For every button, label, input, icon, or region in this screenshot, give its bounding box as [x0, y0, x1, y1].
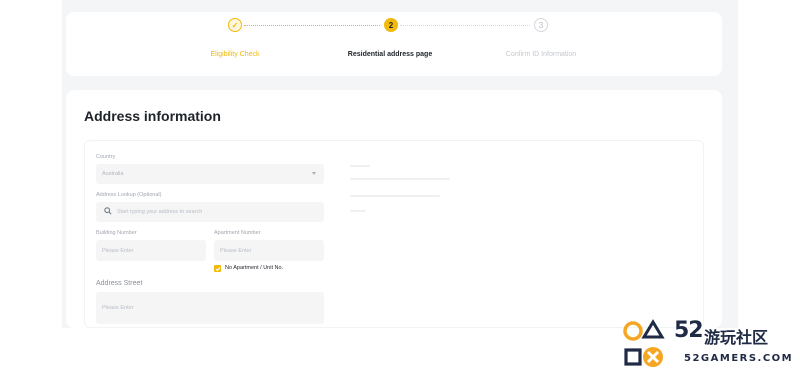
- address-lookup-label: Address Lookup (Optional): [96, 192, 162, 198]
- step-1-label: Eligibility Check: [210, 51, 260, 58]
- country-value: Australia: [102, 171, 124, 177]
- apartment-number-input[interactable]: Please Enter: [214, 240, 324, 261]
- watermark-logo: 52 游玩社区 52GAMERS.COM: [622, 318, 794, 374]
- step-1-check-icon: ✓: [228, 18, 242, 32]
- no-apartment-checkbox[interactable]: [214, 265, 221, 272]
- step-3-label: Confirm ID Information: [505, 51, 577, 58]
- step-2-indicator: 2: [384, 18, 398, 32]
- step-connector: [400, 25, 530, 26]
- building-number-input[interactable]: Please Enter: [96, 240, 206, 261]
- address-lookup-placeholder: Start typing your address to search: [117, 209, 203, 215]
- country-label: Country: [96, 154, 116, 160]
- country-select[interactable]: Australia: [96, 164, 324, 184]
- search-icon: [104, 207, 112, 215]
- no-apartment-label: No Apartment / Unit No.: [225, 265, 284, 271]
- watermark-number: 52: [674, 318, 704, 343]
- page-title: Address information: [84, 108, 221, 124]
- apartment-number-label: Apartment Number: [214, 230, 261, 236]
- chevron-down-icon: [312, 172, 316, 175]
- address-street-input[interactable]: Please Enter: [96, 292, 324, 324]
- watermark-site: 52GAMERS.COM: [684, 353, 794, 364]
- faded-placeholder: [350, 210, 366, 212]
- step-2-label: Residential address page: [347, 51, 433, 58]
- step-3-indicator: 3: [534, 18, 548, 32]
- faded-placeholder: [350, 165, 370, 167]
- faded-placeholder: [350, 178, 450, 180]
- logo-shapes-icon: [623, 319, 665, 367]
- checkmark-icon: [215, 266, 220, 271]
- watermark-cn-text: 游玩社区: [704, 328, 769, 347]
- address-street-label: Address Street: [96, 280, 143, 287]
- step-connector: [244, 25, 380, 26]
- building-number-placeholder: Please Enter: [102, 247, 134, 254]
- address-lookup-input[interactable]: Start typing your address to search: [96, 202, 324, 222]
- address-street-placeholder: Please Enter: [102, 305, 134, 311]
- apartment-number-placeholder: Please Enter: [220, 247, 252, 254]
- building-number-label: Building Number: [96, 230, 137, 236]
- faded-placeholder: [350, 195, 440, 197]
